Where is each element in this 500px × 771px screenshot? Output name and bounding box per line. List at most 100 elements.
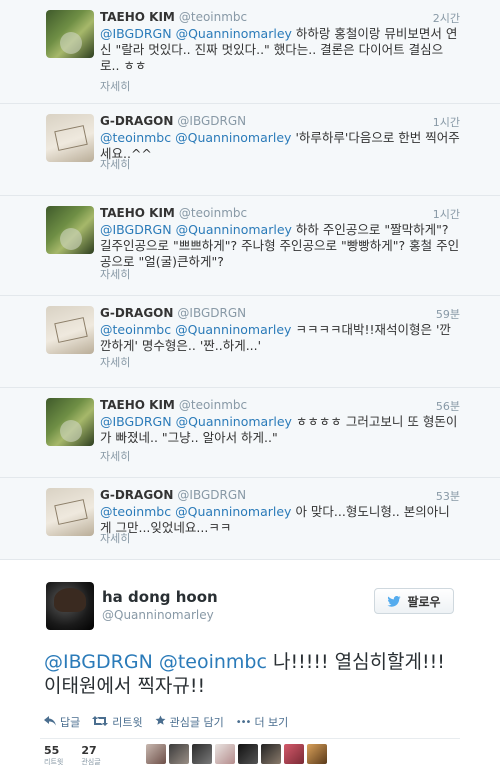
retweet-label: 리트윗 [112, 716, 143, 729]
tweet-header: TAEHO KIM @teoinmbc [100, 10, 460, 24]
timestamp[interactable]: 59분 [436, 306, 460, 322]
mention-link[interactable]: @teoinmbc [100, 322, 171, 337]
thread-tweet[interactable]: TAEHO KIM @teoinmbc 56분 @IBGDRGN @Quanninom… [0, 388, 500, 478]
mention-link[interactable]: @Quanninomarley [176, 222, 292, 237]
favoriter-avatar[interactable] [284, 744, 304, 764]
avatar[interactable] [46, 306, 94, 354]
details-link[interactable]: 자세히 [100, 448, 130, 464]
tweet-header: G-DRAGON @IBGDRGN [100, 488, 460, 502]
user-name[interactable]: ha dong hoon [102, 588, 218, 606]
mention-link[interactable]: @teoinmbc [100, 130, 171, 145]
thread-tweet[interactable]: TAEHO KIM @teoinmbc 2시간 @IBGDRGN @Quanninom… [0, 0, 500, 104]
user-name[interactable]: G-DRAGON [100, 306, 173, 320]
avatar[interactable] [46, 582, 94, 630]
reply-icon [44, 715, 56, 729]
favoriter-avatar[interactable] [307, 744, 327, 764]
favorite-count[interactable]: 27 관심글 [81, 744, 100, 767]
user-handle[interactable]: @teoinmbc [179, 398, 247, 412]
divider [40, 738, 460, 739]
retweet-count-value: 55 [44, 744, 60, 757]
details-link[interactable]: 자세히 [100, 156, 130, 172]
mention-link[interactable]: @IBGDRGN [100, 414, 172, 429]
main-tweet: ha dong hoon @Quanninomarley 팔로우 @IBGDRG… [0, 566, 500, 771]
favorite-count-label: 관심글 [81, 758, 101, 766]
tweet-text: @IBGDRGN @teoinmbc 나!!!!! 열심히할게!!! 이태원에서… [44, 650, 464, 698]
user-name[interactable]: TAEHO KIM [100, 398, 175, 412]
user-handle[interactable]: @teoinmbc [179, 10, 247, 24]
avatar[interactable] [46, 488, 94, 536]
mention-link[interactable]: @IBGDRGN [100, 222, 172, 237]
retweet-count-label: 리트윗 [44, 758, 64, 766]
tweet-text: @IBGDRGN @Quanninomarley 하하랑 홍철이랑 뮤비보면서 … [100, 26, 460, 74]
mention-link[interactable]: @IBGDRGN [44, 651, 153, 673]
favoriter-avatars [146, 744, 327, 764]
retweet-count[interactable]: 55 리트윗 [44, 744, 63, 767]
mention-link[interactable]: @Quanninomarley [175, 130, 291, 145]
user-name[interactable]: G-DRAGON [100, 114, 173, 128]
tweet-text: @IBGDRGN @Quanninomarley 하하 주인공으로 "짤막하게"… [100, 222, 460, 270]
mention-link[interactable]: @Quanninomarley [176, 26, 292, 41]
timestamp[interactable]: 56분 [436, 398, 460, 414]
favoriter-avatar[interactable] [238, 744, 258, 764]
reply-label: 답글 [60, 716, 81, 729]
mention-link[interactable]: @Quanninomarley [175, 504, 291, 519]
timestamp[interactable]: 53분 [436, 488, 460, 504]
thread-tweet[interactable]: G-DRAGON @IBGDRGN 59분 @teoinmbc @Quanninoma… [0, 296, 500, 388]
mention-link[interactable]: @Quanninomarley [176, 414, 292, 429]
mention-link[interactable]: @IBGDRGN [100, 26, 172, 41]
twitter-bird-icon [387, 595, 402, 607]
conversation-thread: TAEHO KIM @teoinmbc 2시간 @IBGDRGN @Quanninom… [0, 0, 500, 560]
mention-link[interactable]: @teoinmbc [159, 651, 267, 673]
avatar[interactable] [46, 398, 94, 446]
user-name[interactable]: G-DRAGON [100, 488, 173, 502]
user-handle[interactable]: @IBGDRGN [177, 306, 246, 320]
favoriter-avatar[interactable] [215, 744, 235, 764]
favoriter-avatar[interactable] [261, 744, 281, 764]
favoriter-avatar[interactable] [192, 744, 212, 764]
timestamp[interactable]: 1시간 [433, 206, 460, 222]
timestamp[interactable]: 1시간 [433, 114, 460, 130]
favorite-label: 관심글 담기 [169, 716, 224, 729]
tweet-text: @IBGDRGN @Quanninomarley ㅎㅎㅎㅎ 그러고보니 또 형돈… [100, 414, 460, 446]
tweet-stats: 55 리트윗 27 관심글 [44, 744, 101, 767]
timestamp[interactable]: 2시간 [433, 10, 460, 26]
user-name[interactable]: TAEHO KIM [100, 10, 175, 24]
tweet-text: @teoinmbc @Quanninomarley ㅋㅋㅋㅋ대박!!재석이형은 … [100, 322, 460, 354]
favoriter-avatar[interactable] [169, 744, 189, 764]
user-handle[interactable]: @Quanninomarley [102, 608, 214, 622]
tweet-text: @teoinmbc @Quanninomarley '하루하루'다음으로 한번 … [100, 130, 460, 162]
tweet-text: @teoinmbc @Quanninomarley 아 맞다...형도니형.. … [100, 504, 460, 536]
retweet-icon [92, 715, 109, 729]
user-handle[interactable]: @IBGDRGN [177, 488, 246, 502]
follow-button[interactable]: 팔로우 [374, 588, 454, 614]
tweet-header: G-DRAGON @IBGDRGN [100, 114, 460, 128]
user-handle[interactable]: @teoinmbc [179, 206, 247, 220]
favorite-count-value: 27 [81, 744, 97, 757]
more-label: 더 보기 [254, 716, 289, 729]
thread-tweet[interactable]: G-DRAGON @IBGDRGN 53분 @teoinmbc @Quanninoma… [0, 478, 500, 560]
details-link[interactable]: 자세히 [100, 354, 130, 370]
tweet-header: TAEHO KIM @teoinmbc [100, 398, 460, 412]
more-action[interactable]: ••• 더 보기 [236, 714, 289, 730]
tweet-header: TAEHO KIM @teoinmbc [100, 206, 460, 220]
avatar[interactable] [46, 10, 94, 58]
details-link[interactable]: 자세히 [100, 78, 130, 94]
tweet-header: G-DRAGON @IBGDRGN [100, 306, 460, 320]
favorite-action[interactable]: 관심글 담기 [155, 714, 224, 730]
reply-action[interactable]: 답글 [44, 714, 80, 730]
follow-label: 팔로우 [407, 594, 441, 609]
thread-tweet[interactable]: G-DRAGON @IBGDRGN 1시간 @teoinmbc @Quanninoma… [0, 104, 500, 196]
mention-link[interactable]: @teoinmbc [100, 504, 171, 519]
mention-link[interactable]: @Quanninomarley [175, 322, 291, 337]
favoriter-avatar[interactable] [146, 744, 166, 764]
retweet-action[interactable]: 리트윗 [92, 714, 143, 730]
user-name[interactable]: TAEHO KIM [100, 206, 175, 220]
more-icon: ••• [235, 716, 252, 728]
thread-tweet[interactable]: TAEHO KIM @teoinmbc 1시간 @IBGDRGN @Quanninom… [0, 196, 500, 296]
tweet-actions: 답글 리트윗 관심글 담기 ••• 더 보기 [44, 714, 288, 730]
details-link[interactable]: 자세히 [100, 530, 130, 546]
details-link[interactable]: 자세히 [100, 266, 130, 282]
avatar[interactable] [46, 206, 94, 254]
avatar[interactable] [46, 114, 94, 162]
user-handle[interactable]: @IBGDRGN [177, 114, 246, 128]
